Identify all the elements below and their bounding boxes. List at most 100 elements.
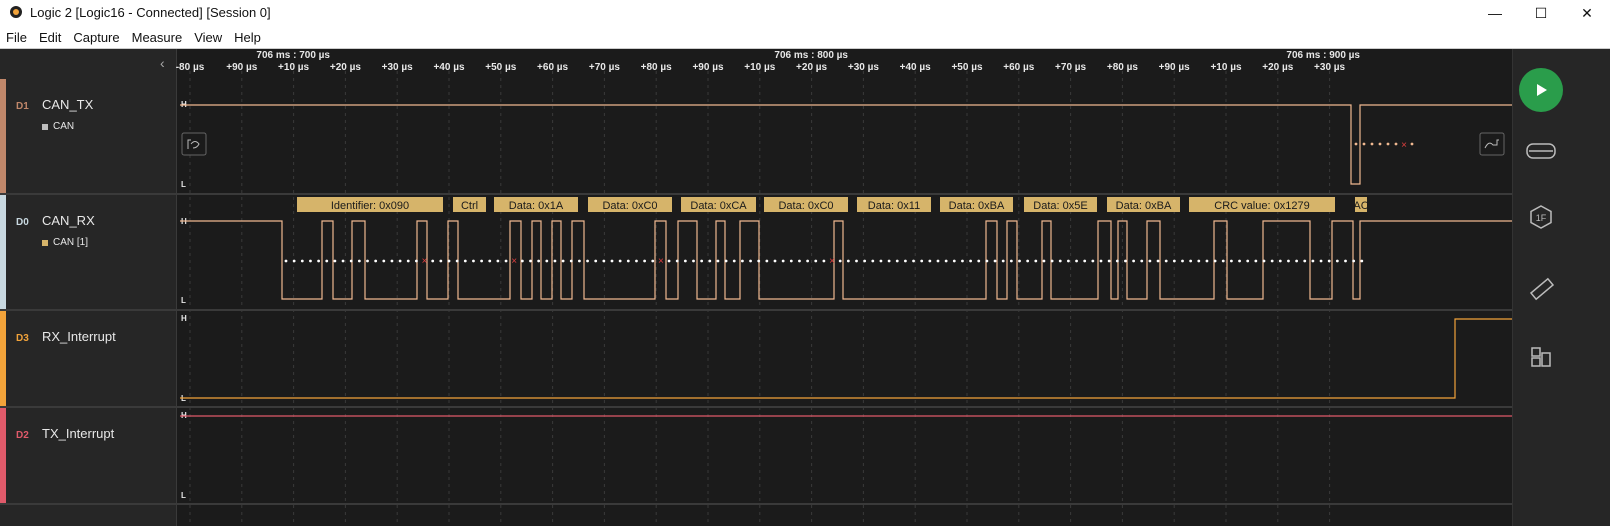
level-labels: H L H L H L H L (181, 100, 187, 500)
sample-dot (683, 259, 687, 263)
sample-dot (789, 259, 793, 263)
sample-dot (1181, 259, 1184, 263)
layout-button[interactable] (1523, 339, 1559, 375)
prev-edge-icon[interactable] (181, 132, 207, 156)
tick-label: +40 µs (433, 62, 465, 73)
sample-dot (439, 259, 443, 263)
sample-dot (1295, 259, 1298, 263)
title-bar: Logic 2 [Logic16 - Connected] [Session 0… (0, 0, 1610, 26)
sample-dot (602, 259, 606, 263)
sample-dot (887, 259, 891, 263)
window-title: Logic 2 [Logic16 - Connected] [Session 0… (30, 5, 271, 20)
extensions-icon: 1F (1530, 205, 1552, 229)
minimize-button[interactable]: — (1472, 0, 1518, 26)
sample-dot (741, 259, 744, 263)
sample-dot (692, 259, 695, 263)
can-tx-analyzer-bits: × (1354, 140, 1414, 151)
sample-dot (1197, 259, 1201, 263)
low-label: L (181, 180, 186, 189)
measure-button[interactable] (1523, 271, 1559, 307)
sample-dot (1124, 259, 1127, 263)
tick-label: +50 µs (951, 62, 983, 73)
sample-dot (300, 259, 304, 263)
tick-label: +70 µs (589, 62, 621, 73)
low-label: L (181, 491, 186, 500)
sample-dot (529, 259, 532, 263)
sample-dot (1018, 259, 1021, 263)
sample-dot (912, 259, 915, 263)
major-time-label: 706 ms : 700 µs (256, 50, 330, 61)
menu-file[interactable]: File (0, 30, 33, 45)
sample-dot (724, 259, 728, 263)
error-mark: × (829, 256, 835, 267)
sample-dot (1270, 259, 1274, 263)
maximize-button[interactable]: ☐ (1518, 0, 1564, 26)
sample-dot (1099, 259, 1103, 263)
sample-dot (895, 259, 899, 263)
sample-dot (1360, 259, 1364, 263)
menu-bar: File Edit Capture Measure View Help (0, 26, 1610, 49)
sample-dot (1394, 142, 1398, 146)
sample-dot (1132, 259, 1135, 263)
sample-dot (415, 259, 418, 263)
waveform-canvas[interactable]: -80 µs +90 µs +10 µs +20 µs +30 µs +40 µs +50 … (0, 49, 1512, 526)
sample-dot (626, 259, 630, 263)
sample-dot (1386, 142, 1390, 146)
close-button[interactable]: ✕ (1564, 0, 1610, 26)
extensions-button[interactable]: 1F (1523, 199, 1559, 235)
sample-dot (1370, 142, 1374, 146)
sample-dot (1335, 259, 1339, 263)
next-edge-icon[interactable] (1479, 132, 1505, 156)
sample-dot (1354, 142, 1358, 146)
analyzers-button[interactable] (1523, 133, 1559, 169)
can-frame-label: Data: 0xC0 (778, 200, 833, 212)
sample-dot (610, 259, 614, 263)
major-time-label: 706 ms : 800 µs (774, 50, 848, 61)
sample-dot (716, 259, 720, 263)
tick-label: +90 µs (692, 62, 724, 73)
sample-dot (977, 259, 981, 263)
tick-label: +50 µs (485, 62, 517, 73)
menu-measure[interactable]: Measure (126, 30, 189, 45)
can-frame-label: Data: 0xBA (1116, 200, 1172, 212)
tick-label: +20 µs (1262, 62, 1294, 73)
sample-dot (936, 259, 940, 263)
sample-dot (455, 259, 459, 263)
menu-help[interactable]: Help (228, 30, 267, 45)
sample-dot (545, 259, 549, 263)
tick-label: +60 µs (537, 62, 569, 73)
sample-dot (480, 259, 483, 263)
sample-dot (781, 259, 785, 263)
sample-dot (1001, 259, 1005, 263)
can-frame-label: Data: 0x11 (868, 200, 920, 212)
sample-dot (1344, 259, 1347, 263)
sample-dot (928, 259, 932, 263)
sample-dot (732, 259, 736, 263)
sample-dot (1410, 142, 1414, 146)
sample-dot (700, 259, 704, 263)
sample-dot (1230, 259, 1233, 263)
sample-dot (1246, 259, 1250, 263)
error-mark: × (1401, 140, 1407, 151)
play-button[interactable] (1519, 68, 1563, 112)
play-icon (1537, 84, 1547, 96)
menu-view[interactable]: View (188, 30, 228, 45)
sample-dot (488, 259, 492, 263)
tick-label: +90 µs (1159, 62, 1191, 73)
sample-dot (431, 259, 435, 263)
can-frame-label: Data: 0x1A (509, 200, 564, 212)
sample-dot (838, 259, 842, 263)
sample-dot (1362, 142, 1366, 146)
sample-dot (879, 259, 883, 263)
tick-label: +90 µs (226, 62, 258, 73)
extensions-badge: 1F (1536, 213, 1547, 223)
high-label: H (181, 314, 187, 323)
tick-label: +20 µs (796, 62, 828, 73)
menu-capture[interactable]: Capture (67, 30, 125, 45)
sample-dot (1319, 259, 1323, 263)
menu-edit[interactable]: Edit (33, 30, 67, 45)
sample-dot (944, 259, 948, 263)
sample-dot (472, 259, 475, 263)
can-frame-label: Data: 0x5E (1033, 200, 1087, 212)
sample-dot (520, 259, 524, 263)
